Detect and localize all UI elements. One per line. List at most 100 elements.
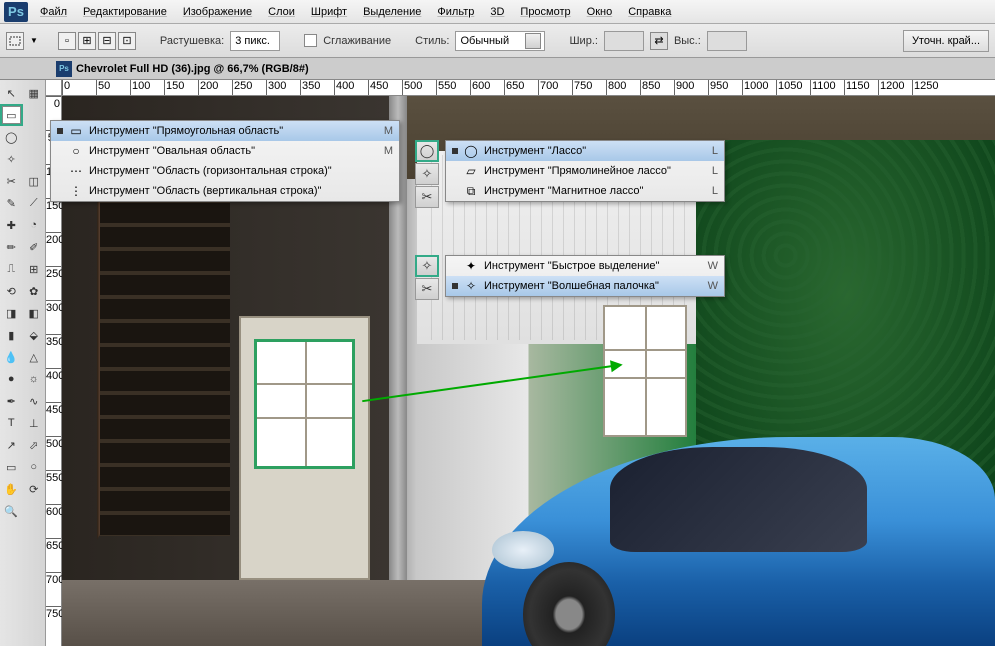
tool-blur[interactable]: 💧 xyxy=(0,346,23,368)
selection-add-icon[interactable]: ⊞ xyxy=(78,32,96,50)
ruler-tick: 150 xyxy=(164,80,198,95)
tool-pencil[interactable]: ✐ xyxy=(23,236,46,258)
flyout-item-rect-marquee[interactable]: ▭ Инструмент "Прямоугольная область" M xyxy=(51,121,399,141)
tool-pattern[interactable]: ⊞ xyxy=(23,258,46,280)
menu-edit[interactable]: Редактирование xyxy=(75,3,175,21)
swap-dimensions-icon[interactable]: ⇄ xyxy=(650,32,668,50)
tool-bg-eraser[interactable]: ◧ xyxy=(23,302,46,324)
tool-blank2 xyxy=(23,126,46,148)
selection-subtract-icon[interactable]: ⊟ xyxy=(98,32,116,50)
tool-heal[interactable]: ✚ xyxy=(0,214,23,236)
tool-slice[interactable]: ◫ xyxy=(23,170,46,192)
tool-hand[interactable]: ✋ xyxy=(0,478,23,500)
height-input[interactable] xyxy=(707,31,747,51)
selection-intersect-icon[interactable]: ⊡ xyxy=(118,32,136,50)
tool-stamp[interactable]: ⎍ xyxy=(0,258,23,280)
flyout-item-magic-wand[interactable]: ✧ Инструмент "Волшебная палочка" W xyxy=(446,276,724,296)
ruler-tick: 100 xyxy=(130,80,164,95)
ruler-tick: 1200 xyxy=(878,80,912,95)
tool-lasso[interactable]: ◯ xyxy=(0,126,23,148)
tool-vtext[interactable]: ⊥ xyxy=(23,412,46,434)
tool-brush[interactable]: ✏ xyxy=(0,236,23,258)
feather-input[interactable]: 3 пикс. xyxy=(230,31,280,51)
menu-file[interactable]: Файл xyxy=(32,3,75,21)
flyout-shortcut: M xyxy=(384,145,393,157)
tool-ruler[interactable]: ⟋ xyxy=(23,192,46,214)
flyout-item-quick-select[interactable]: ✦ Инструмент "Быстрое выделение" W xyxy=(446,256,724,276)
tool-direct[interactable]: ⬀ xyxy=(23,434,46,456)
mini-wand2[interactable]: ✧ xyxy=(415,255,439,277)
tool-path[interactable]: ↗ xyxy=(0,434,23,456)
ruler-tick: 250 xyxy=(232,80,266,95)
antialias-label: Сглаживание xyxy=(323,35,391,47)
style-select[interactable]: Обычный xyxy=(455,31,545,51)
ruler-tick: 1100 xyxy=(810,80,844,95)
menu-type[interactable]: Шрифт xyxy=(303,3,355,21)
tool-artboard[interactable]: ▦ xyxy=(23,82,46,104)
tool-text[interactable]: T xyxy=(0,412,23,434)
ruler-tick: 950 xyxy=(708,80,742,95)
tool-pen[interactable]: ✒ xyxy=(0,390,23,412)
tool-wand[interactable]: ✧ xyxy=(0,148,23,170)
menu-filter[interactable]: Фильтр xyxy=(429,3,482,21)
tool-sharpen[interactable]: △ xyxy=(23,346,46,368)
wand-flyout: ✦ Инструмент "Быстрое выделение" W ✧ Инс… xyxy=(445,255,725,297)
menu-select[interactable]: Выделение xyxy=(355,3,429,21)
antialias-checkbox[interactable] xyxy=(304,34,317,47)
tool-rect[interactable]: ▭ xyxy=(0,456,23,478)
flyout-shortcut: W xyxy=(708,260,718,272)
menu-layers[interactable]: Слои xyxy=(260,3,303,21)
tool-eyedropper[interactable]: ✎ xyxy=(0,192,23,214)
flyout-item-poly-lasso[interactable]: ▱ Инструмент "Прямолинейное лассо" L xyxy=(446,161,724,181)
flyout-item-magnetic-lasso[interactable]: ⧉ Инструмент "Магнитное лассо" L xyxy=(446,181,724,201)
active-tool-icon[interactable] xyxy=(6,32,24,50)
tool-crop[interactable]: ✂ xyxy=(0,170,23,192)
mini-wand[interactable]: ✧ xyxy=(415,163,439,185)
tool-dodge[interactable]: ● xyxy=(0,368,23,390)
quick-select-icon: ✦ xyxy=(464,259,478,273)
menu-view[interactable]: Просмотр xyxy=(512,3,578,21)
style-label: Стиль: xyxy=(415,35,449,47)
tool-move[interactable]: ↖ xyxy=(0,82,23,104)
ruler-tick: 600 xyxy=(46,504,61,538)
menu-image[interactable]: Изображение xyxy=(175,3,260,21)
menu-3d[interactable]: 3D xyxy=(482,3,512,21)
tool-art[interactable]: ✿ xyxy=(23,280,46,302)
tool-eraser[interactable]: ◨ xyxy=(0,302,23,324)
document-tab[interactable]: Ps Chevrolet Full HD (36).jpg @ 66,7% (R… xyxy=(0,58,995,80)
menu-help[interactable]: Справка xyxy=(620,3,679,21)
ruler-tick: 550 xyxy=(46,470,61,504)
flyout-item-ellipse-marquee[interactable]: ○ Инструмент "Овальная область" M xyxy=(51,141,399,161)
menu-window[interactable]: Окно xyxy=(579,3,621,21)
refine-edge-button[interactable]: Уточн. край... xyxy=(903,30,989,52)
mini-crop[interactable]: ✂ xyxy=(415,186,439,208)
mini-lasso[interactable]: ◯ xyxy=(415,140,439,162)
bullet-icon xyxy=(57,148,63,154)
bullet-icon xyxy=(57,188,63,194)
tool-history[interactable]: ⟲ xyxy=(0,280,23,302)
tool-ellipse[interactable]: ○ xyxy=(23,456,46,478)
tool-patch[interactable]: ◔ xyxy=(23,214,46,236)
row-marquee-icon: ⋯ xyxy=(69,164,83,178)
tool-marquee[interactable]: ▭ xyxy=(0,104,23,126)
tool-rotate[interactable]: ⟳ xyxy=(23,478,46,500)
tool-blank3 xyxy=(23,148,46,170)
selection-new-icon[interactable]: ▫ xyxy=(58,32,76,50)
dropdown-icon[interactable]: ▼ xyxy=(30,36,38,45)
tool-blank4 xyxy=(23,500,46,522)
ruler-tick: 700 xyxy=(538,80,572,95)
photo-car xyxy=(482,437,995,646)
tool-burn[interactable]: ☼ xyxy=(23,368,46,390)
tool-bucket[interactable]: ⬙ xyxy=(23,324,46,346)
tool-blank1 xyxy=(23,104,45,126)
width-label: Шир.: xyxy=(569,35,597,47)
flyout-item-col-marquee[interactable]: ⋮ Инструмент "Область (вертикальная стро… xyxy=(51,181,399,201)
tool-freeform[interactable]: ∿ xyxy=(23,390,46,412)
width-input[interactable] xyxy=(604,31,644,51)
flyout-item-row-marquee[interactable]: ⋯ Инструмент "Область (горизонтальная ст… xyxy=(51,161,399,181)
mini-crop2[interactable]: ✂ xyxy=(415,278,439,300)
tool-zoom[interactable]: 🔍 xyxy=(0,500,23,522)
tool-gradient[interactable]: ▮ xyxy=(0,324,23,346)
flyout-item-lasso[interactable]: ◯ Инструмент "Лассо" L xyxy=(446,141,724,161)
horizontal-ruler[interactable]: 0 50 100 150 200 250 300 350 400 450 500… xyxy=(46,80,995,96)
